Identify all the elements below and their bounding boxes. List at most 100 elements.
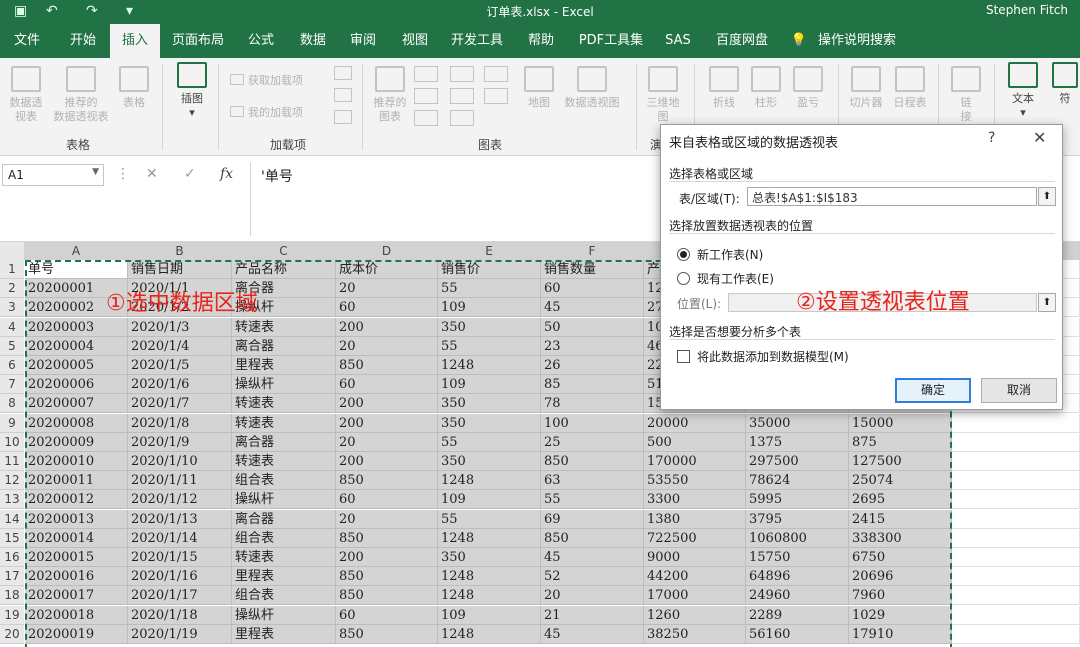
column-header[interactable]: E	[438, 242, 541, 260]
row-header[interactable]: 10	[0, 433, 24, 452]
user-name[interactable]: Stephen Fitch	[986, 3, 1068, 17]
help-icon[interactable]: ?	[988, 130, 995, 146]
pie-chart-icon[interactable]	[414, 110, 438, 126]
people-graph-icon[interactable]	[334, 88, 352, 102]
row-header[interactable]: 1	[0, 260, 24, 279]
cancel-icon[interactable]: ✕	[146, 166, 158, 182]
location-collapse-button[interactable]: ⬆	[1038, 293, 1056, 312]
pivot-table-button[interactable]: 数据透 视表	[4, 66, 48, 124]
grid-cell-empty[interactable]	[952, 433, 1080, 452]
pivot-chart-button[interactable]: 数据透视图	[560, 66, 624, 110]
add-to-data-model-label[interactable]: 将此数据添加到数据模型(M)	[697, 348, 849, 365]
existing-sheet-label[interactable]: 现有工作表(E)	[697, 270, 774, 287]
tab-review[interactable]: 审阅	[340, 24, 386, 58]
existing-sheet-radio[interactable]	[677, 272, 690, 285]
grid-cell-empty[interactable]	[952, 510, 1080, 529]
row-header[interactable]: 11	[0, 452, 24, 471]
combo-chart-icon[interactable]	[484, 88, 508, 104]
row-header[interactable]: 4	[0, 318, 24, 337]
ok-button[interactable]: 确定	[895, 378, 971, 403]
3d-map-button[interactable]: 三维地 图	[640, 66, 686, 124]
insert-function-icon[interactable]: fx	[220, 166, 233, 182]
row-header[interactable]: 7	[0, 375, 24, 394]
illustrations-button[interactable]: 插图 ▾	[172, 62, 212, 120]
column-header[interactable]: A	[25, 242, 128, 260]
table-button[interactable]: 表格	[114, 66, 154, 110]
grid-cell-empty[interactable]	[952, 452, 1080, 471]
bar-chart-icon[interactable]	[450, 88, 474, 104]
tell-me-search[interactable]: 操作说明搜索	[814, 24, 900, 58]
row-header[interactable]: 9	[0, 414, 24, 433]
row-header[interactable]: 15	[0, 529, 24, 548]
tab-view[interactable]: 视图	[392, 24, 438, 58]
my-addins-button[interactable]: 我的加载项	[230, 104, 303, 120]
row-header[interactable]: 12	[0, 471, 24, 490]
chevron-down-icon[interactable]: ▼	[92, 167, 99, 177]
sparkline-winloss-button[interactable]: 盈亏	[788, 66, 828, 110]
column-header[interactable]: F	[541, 242, 644, 260]
range-input[interactable]: 总表!$A$1:$I$183	[747, 187, 1037, 206]
tab-home[interactable]: 开始	[56, 24, 110, 58]
text-button[interactable]: 文本 ▾	[1002, 62, 1044, 120]
tab-help[interactable]: 帮助	[518, 24, 564, 58]
name-box[interactable]: A1 ▼	[2, 164, 104, 186]
row-header[interactable]: 5	[0, 337, 24, 356]
tab-insert[interactable]: 插入	[110, 24, 160, 58]
new-sheet-label[interactable]: 新工作表(N)	[697, 246, 763, 263]
grid-cell-empty[interactable]	[952, 567, 1080, 586]
column-header[interactable]: C	[232, 242, 336, 260]
tab-file[interactable]: 文件	[0, 24, 54, 58]
timeline-button[interactable]: 日程表	[888, 66, 932, 110]
close-icon[interactable]: ✕	[1033, 128, 1046, 147]
tab-developer[interactable]: 开发工具	[444, 24, 510, 58]
get-addins-button[interactable]: 获取加载项	[230, 72, 303, 88]
row-header[interactable]: 20	[0, 625, 24, 644]
enter-icon[interactable]: ✓	[184, 166, 196, 182]
statistic-chart-icon[interactable]	[484, 66, 508, 82]
row-header[interactable]: 13	[0, 490, 24, 509]
grid-cell-empty[interactable]	[952, 548, 1080, 567]
row-header[interactable]: 8	[0, 394, 24, 413]
row-header[interactable]: 17	[0, 567, 24, 586]
sparkline-column-button[interactable]: 柱形	[746, 66, 786, 110]
cancel-button[interactable]: 取消	[981, 378, 1057, 403]
row-header[interactable]: 14	[0, 510, 24, 529]
grid-cell-empty[interactable]	[952, 414, 1080, 433]
tab-formulas[interactable]: 公式	[238, 24, 284, 58]
column-chart-icon[interactable]	[414, 66, 438, 82]
map-chart-button[interactable]: 地图	[520, 66, 558, 110]
grid-cell-empty[interactable]	[952, 529, 1080, 548]
select-all-corner[interactable]	[0, 242, 25, 260]
grid-cell-empty[interactable]	[952, 625, 1080, 644]
symbol-button[interactable]: 符	[1050, 62, 1080, 106]
grid-cell-empty[interactable]	[952, 471, 1080, 490]
row-header[interactable]: 16	[0, 548, 24, 567]
visio-icon[interactable]	[334, 110, 352, 124]
grid-cell-empty[interactable]	[952, 586, 1080, 605]
tab-baidu-netdisk[interactable]: 百度网盘	[708, 24, 776, 58]
link-button[interactable]: 链 接	[946, 66, 986, 124]
slicer-button[interactable]: 切片器	[844, 66, 888, 110]
row-header[interactable]: 6	[0, 356, 24, 375]
row-header[interactable]: 3	[0, 298, 24, 317]
tab-sas[interactable]: SAS	[656, 24, 700, 58]
column-header[interactable]: D	[336, 242, 438, 260]
grid-cell-empty[interactable]	[952, 606, 1080, 625]
bing-maps-icon[interactable]	[334, 66, 352, 80]
hierarchy-chart-icon[interactable]	[450, 66, 474, 82]
add-to-data-model-checkbox[interactable]	[677, 350, 690, 363]
recommended-pivot-button[interactable]: 推荐的 数据透视表	[48, 66, 114, 124]
new-sheet-radio[interactable]	[677, 248, 690, 261]
tab-page-layout[interactable]: 页面布局	[164, 24, 232, 58]
recommended-charts-button[interactable]: 推荐的 图表	[368, 66, 412, 124]
grid-cell-empty[interactable]	[952, 490, 1080, 509]
line-chart-icon[interactable]	[414, 88, 438, 104]
row-header[interactable]: 18	[0, 586, 24, 605]
tab-data[interactable]: 数据	[290, 24, 336, 58]
scatter-chart-icon[interactable]	[450, 110, 474, 126]
column-header[interactable]: B	[128, 242, 232, 260]
tab-pdf-tools[interactable]: PDF工具集	[574, 24, 648, 58]
range-collapse-button[interactable]: ⬆	[1038, 187, 1056, 206]
row-header[interactable]: 2	[0, 279, 24, 298]
sparkline-line-button[interactable]: 折线	[704, 66, 744, 110]
